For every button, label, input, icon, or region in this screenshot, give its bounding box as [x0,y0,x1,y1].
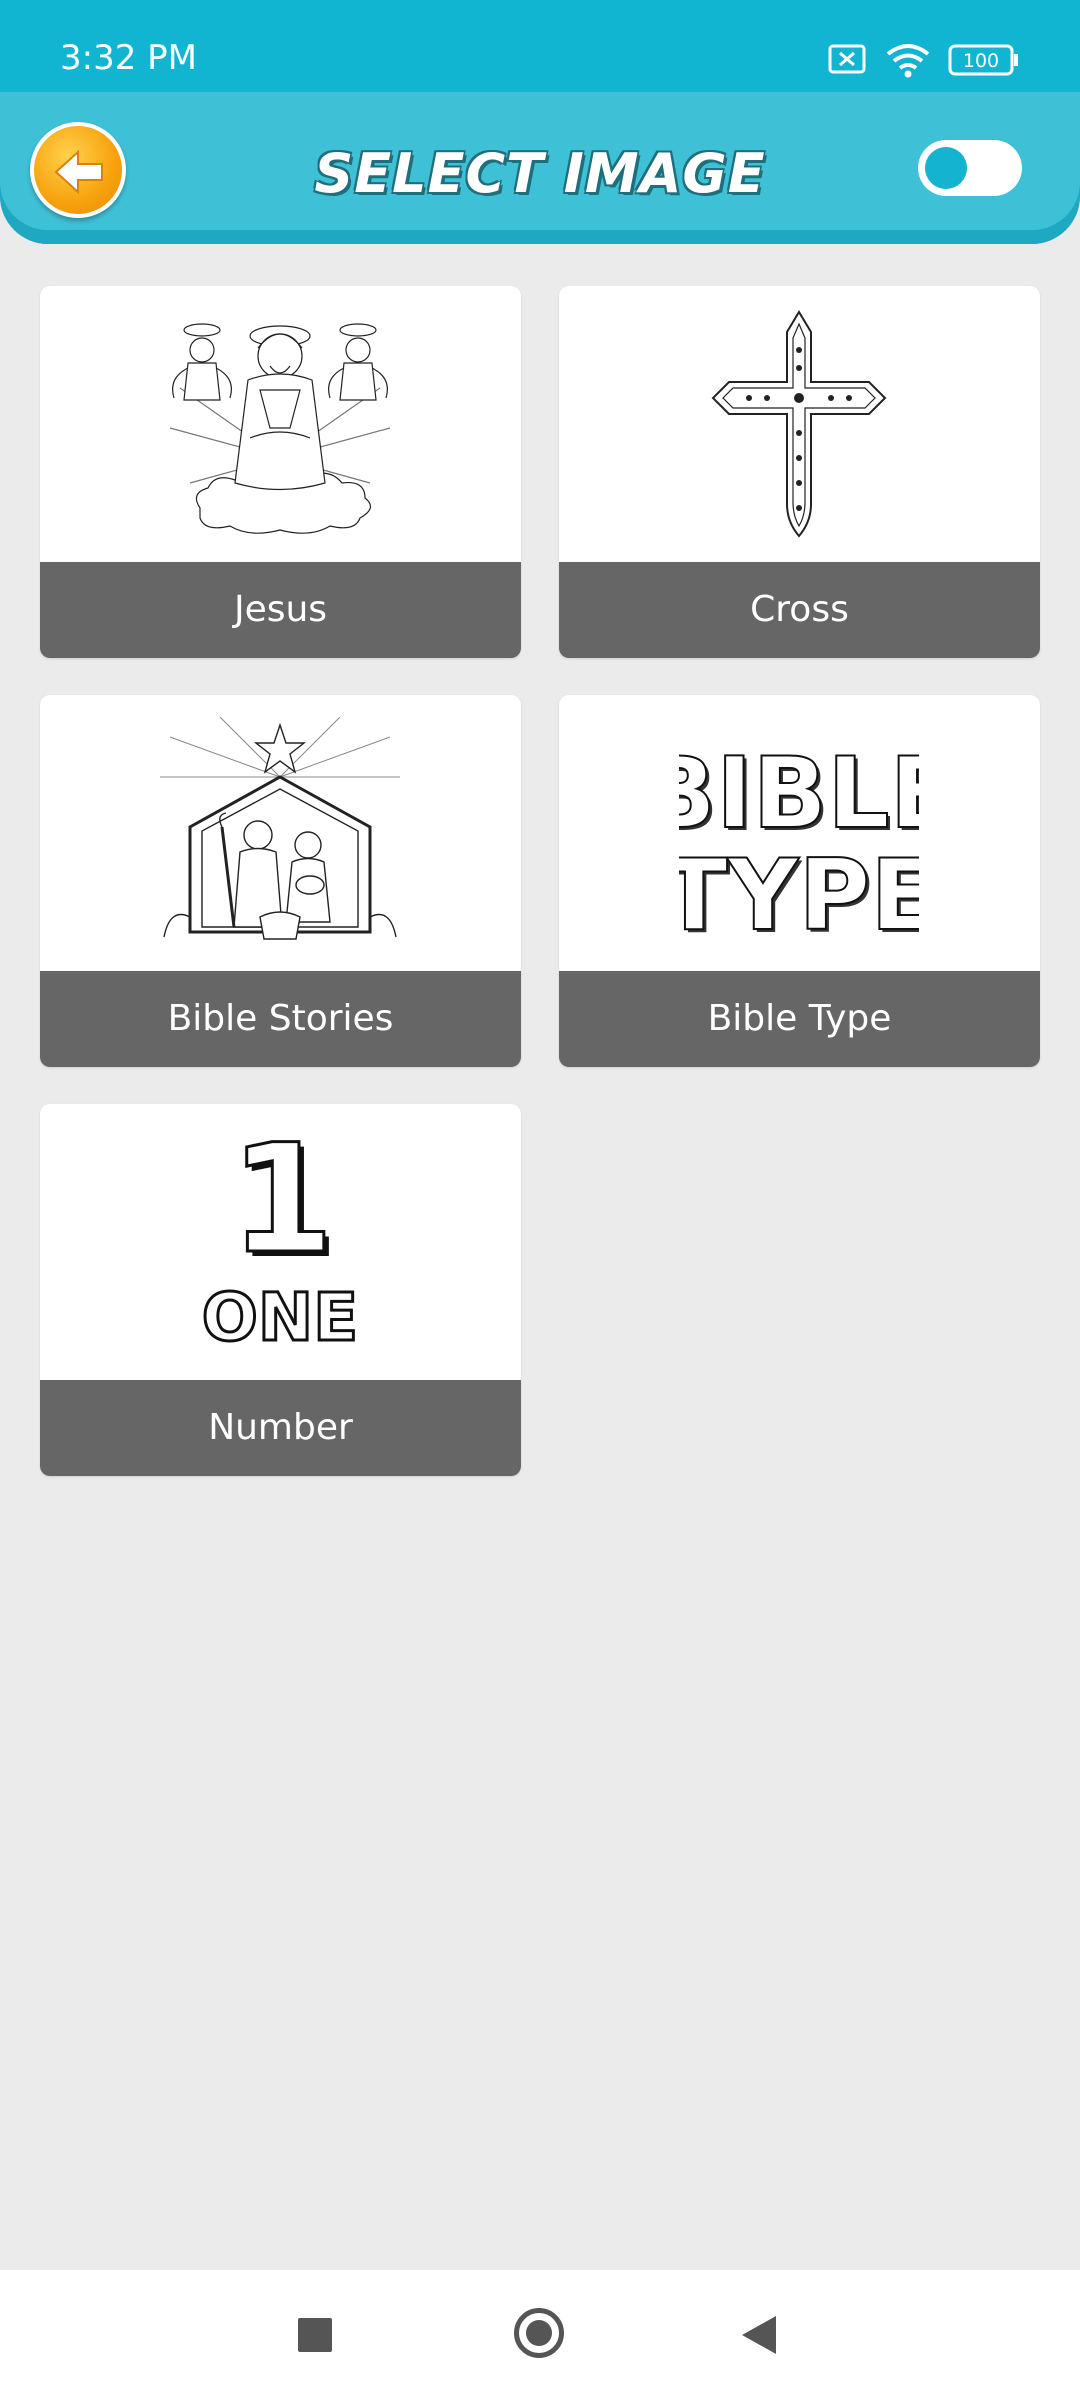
number-image: 1 1 ONE [40,1104,521,1380]
recent-apps-icon[interactable] [298,2318,332,2352]
sim-off-icon [828,44,866,74]
category-card-bible-stories[interactable]: Bible Stories [40,695,521,1067]
category-card-jesus[interactable]: Jesus [40,286,521,658]
battery-icon: 100 [948,44,1018,76]
bible-art-word-front: BIBLE [679,737,919,851]
back-icon[interactable] [742,2316,776,2354]
category-card-number[interactable]: 1 1 ONE Number [40,1104,521,1476]
cross-drawing [711,310,887,538]
type-art-word-front: TYPE [679,839,919,951]
bible-type-image: BIBLE BIBLE TYPE TYPE [559,695,1040,971]
system-nav-bar [0,2270,1080,2400]
toggle-switch[interactable] [918,140,1022,196]
category-label: Cross [559,562,1040,658]
category-label: Bible Stories [40,971,521,1067]
category-label: Jesus [40,562,521,658]
category-label: Bible Type [559,971,1040,1067]
jesus-drawing [169,323,391,534]
status-icons: 100 [824,40,1024,80]
category-card-cross[interactable]: Cross [559,286,1040,658]
cross-image [559,286,1040,562]
wifi-icon [886,44,930,78]
status-time: 3:32 PM [60,38,197,78]
number-one-drawing: 1 1 ONE [200,1126,359,1358]
number-word-art: ONE [202,1279,358,1356]
nativity-drawing [160,717,400,940]
category-card-bible-type[interactable]: BIBLE BIBLE TYPE TYPE Bible Type [559,695,1040,1067]
digit-art: 1 [230,1126,334,1287]
toggle-knob [925,147,967,189]
home-icon[interactable] [514,2308,564,2358]
status-bar: 3:32 PM 100 [0,0,1080,92]
jesus-image [40,286,521,562]
app-header: SELECT IMAGE [0,92,1080,244]
bible-type-drawing: BIBLE BIBLE TYPE TYPE [679,736,919,951]
category-label: Number [40,1380,521,1476]
bible-stories-image [40,695,521,971]
battery-level: 100 [963,50,999,72]
